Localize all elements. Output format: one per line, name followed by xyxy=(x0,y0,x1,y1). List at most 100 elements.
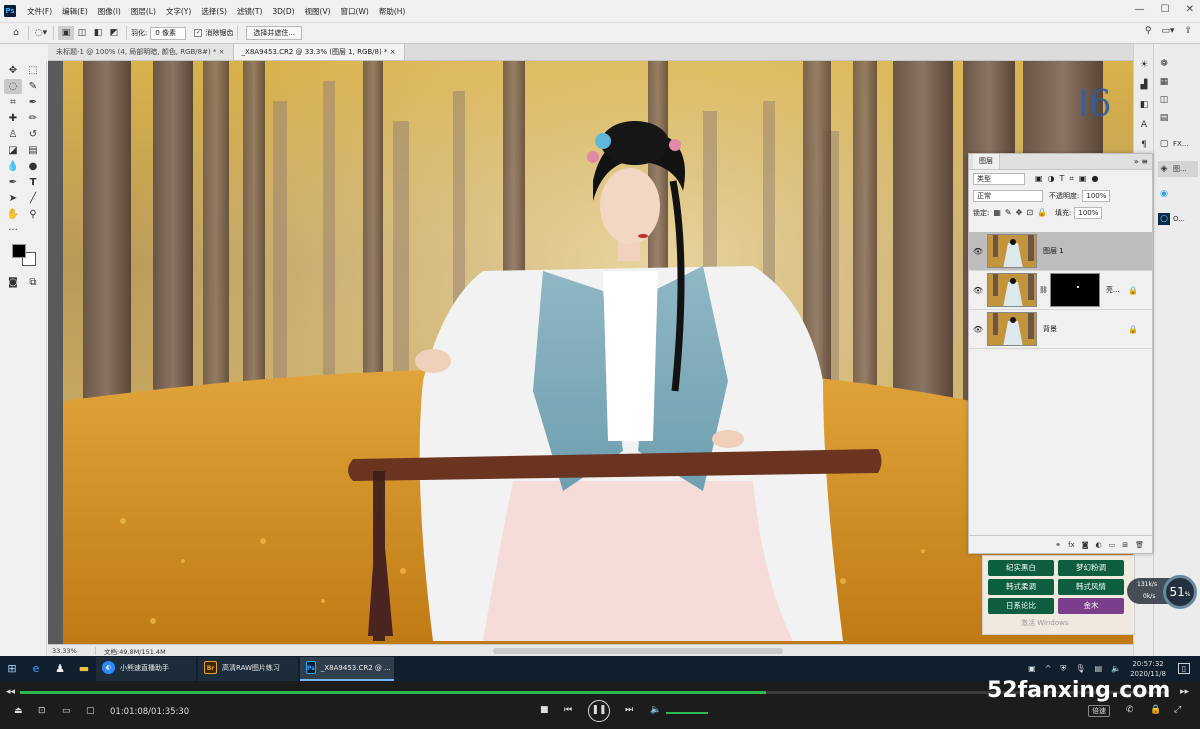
edge-browser-icon[interactable]: e xyxy=(24,657,48,681)
tab-layers[interactable]: 图层 xyxy=(973,154,1000,169)
skip-forward-icon[interactable]: ▸▸ xyxy=(1180,687,1189,697)
levels-icon[interactable]: ▟ xyxy=(1136,78,1152,92)
opacity-input[interactable]: 100% xyxy=(1082,189,1111,202)
file-explorer-icon[interactable]: ▬ xyxy=(72,657,96,681)
menu-view[interactable]: 视图(V) xyxy=(300,6,336,17)
move-tool-icon[interactable]: ✥ xyxy=(4,63,22,78)
dodge-tool-icon[interactable]: ● xyxy=(24,159,42,174)
lock-icons[interactable]: ▦✎✥⊡🔒 xyxy=(993,208,1051,217)
menu-filter[interactable]: 滤镜(T) xyxy=(232,6,267,17)
layer-name[interactable]: 图层 1 xyxy=(1043,246,1064,256)
subtract-selection-icon[interactable]: ◧ xyxy=(90,26,106,40)
new-layer-icon[interactable]: ⊞ xyxy=(1122,541,1128,549)
system-clock[interactable]: 20:57:32 2020/11/8 xyxy=(1130,659,1166,679)
screen-mode-icon[interactable]: ⧉ xyxy=(24,275,42,290)
skip-back-icon[interactable]: ◂◂ xyxy=(6,687,15,697)
tray-expand-icon[interactable]: ^ xyxy=(1045,664,1052,673)
gradient-tool-icon[interactable]: ▤ xyxy=(24,143,42,158)
menu-3d[interactable]: 3D(D) xyxy=(267,7,299,16)
paragraph-icon[interactable]: ¶ xyxy=(1136,138,1152,152)
preset-button[interactable]: 日系论比 xyxy=(988,598,1054,614)
taskbar-app-bridge[interactable]: Br 高清RAW图片练习 xyxy=(198,656,298,681)
history-brush-icon[interactable]: ↺ xyxy=(24,127,42,142)
lock-screen-icon[interactable]: 🔒 xyxy=(1150,705,1161,715)
chain-icon[interactable]: ⛓ xyxy=(1039,286,1048,294)
eye-icon[interactable]: 👁 xyxy=(969,286,987,295)
eraser-tool-icon[interactable]: ◪ xyxy=(4,143,22,158)
lasso-tool-preset-icon[interactable]: ◌▾ xyxy=(33,26,49,40)
phone-icon[interactable]: ✆ xyxy=(1126,705,1134,715)
fullscreen-icon[interactable]: ⤢ xyxy=(1174,705,1181,715)
next-icon[interactable]: ⏭ xyxy=(625,705,633,715)
menu-edit[interactable]: 编辑(E) xyxy=(57,6,93,17)
eyedropper-tool-icon[interactable]: ✒ xyxy=(24,95,42,110)
dock-item-libraries[interactable]: ▤ xyxy=(1158,110,1198,126)
blend-mode-select[interactable]: 正常 xyxy=(973,189,1043,202)
line-tool-icon[interactable]: ╱ xyxy=(24,191,42,206)
tray-app-icon[interactable]: ▣ xyxy=(1028,664,1036,673)
taskbar-app-photoshop[interactable]: Ps _X8A9453.CR2 @ ... xyxy=(300,656,394,681)
share-icon[interactable]: ⇪ xyxy=(1184,26,1192,36)
clone-stamp-icon[interactable]: ♙ xyxy=(4,127,22,142)
fill-input[interactable]: 100% xyxy=(1074,206,1103,219)
eye-icon[interactable]: 👁 xyxy=(969,325,987,334)
search-icon[interactable]: ⚲ xyxy=(1145,26,1152,36)
minimize-button[interactable]: — xyxy=(1135,4,1145,15)
close-button[interactable]: ✕ xyxy=(1186,4,1194,15)
preset-button[interactable]: 韩式风情 xyxy=(1058,579,1124,595)
fx-icon[interactable]: fx xyxy=(1068,541,1075,549)
select-and-mask-button[interactable]: 选择并遮住... xyxy=(246,26,303,40)
filter-icons[interactable]: ▣◑T⌗▣● xyxy=(1035,174,1103,184)
pen-tool-icon[interactable]: ✒ xyxy=(4,175,22,190)
antialias-checkbox[interactable]: ✓ 消除锯齿 xyxy=(194,28,233,38)
character-icon[interactable]: A xyxy=(1136,118,1152,132)
intersect-selection-icon[interactable]: ◩ xyxy=(106,26,122,40)
zoom-tool-icon[interactable]: ⚲ xyxy=(24,207,42,222)
dock-item-adjust[interactable]: ◫ xyxy=(1158,92,1198,108)
brush-tool-icon[interactable]: ✏ xyxy=(24,111,42,126)
layer-mask-thumbnail[interactable] xyxy=(1049,273,1100,307)
pause-icon[interactable]: ❚❚ xyxy=(588,700,610,722)
type-tool-icon[interactable]: T xyxy=(24,175,42,190)
menu-layer[interactable]: 图层(L) xyxy=(126,6,161,17)
preset-button[interactable]: 纪实黑白 xyxy=(988,560,1054,576)
maximize-button[interactable]: ☐ xyxy=(1161,4,1170,15)
menu-file[interactable]: 文件(F) xyxy=(22,6,57,17)
dock-item-fx[interactable]: ▢ FX... xyxy=(1158,136,1198,152)
eye-icon[interactable]: 👁 xyxy=(969,247,987,256)
workspace-icon[interactable]: ▭▾ xyxy=(1161,26,1174,36)
qq-icon[interactable]: ♟ xyxy=(48,657,72,681)
menu-help[interactable]: 帮助(H) xyxy=(374,6,411,17)
layer-name[interactable]: 亮... xyxy=(1106,285,1120,295)
menu-select[interactable]: 选择(S) xyxy=(196,6,232,17)
dock-item-plugin[interactable]: ◉ xyxy=(1158,186,1198,202)
comment-icon[interactable]: ▢ xyxy=(86,706,95,716)
add-selection-icon[interactable]: ◫ xyxy=(74,26,90,40)
marquee-tool-icon[interactable]: ⬚ xyxy=(24,63,42,78)
group-icon[interactable]: ▭ xyxy=(1109,541,1116,549)
layer-name[interactable]: 背景 xyxy=(1043,324,1057,334)
menu-window[interactable]: 窗口(W) xyxy=(336,6,374,17)
add-mask-icon[interactable]: ◙ xyxy=(1082,541,1089,549)
brightness-icon[interactable]: ☀ xyxy=(1136,58,1152,72)
feather-input[interactable]: 0 像素 xyxy=(150,26,187,40)
speed-button[interactable]: 倍速 xyxy=(1088,705,1110,717)
volume-icon[interactable]: 🔈 xyxy=(650,705,661,715)
tab-active-document[interactable]: _X8A9453.CR2 @ 33.3% (图层 1, RGB/8) * × xyxy=(233,44,405,60)
preset-button[interactable]: 金木 xyxy=(1058,598,1124,614)
lasso-tool-icon[interactable]: ◌ xyxy=(4,79,22,94)
taskbar-app-live[interactable]: ◐ 小熊速直播助手 xyxy=(96,656,196,681)
stop-icon[interactable]: ■ xyxy=(540,705,549,715)
adjustment-layer-icon[interactable]: ◐ xyxy=(1096,541,1102,549)
adjust-icon[interactable]: ◧ xyxy=(1136,98,1152,112)
layer-row[interactable]: 👁 图层 1 xyxy=(969,232,1152,271)
foreground-color-swatch[interactable] xyxy=(12,244,26,258)
layer-row[interactable]: 👁 背景 🔒 xyxy=(969,310,1152,349)
kind-filter-select[interactable]: 类型 xyxy=(973,172,1025,185)
layer-row[interactable]: 👁 ⛓ 亮... 🔒 xyxy=(969,271,1152,310)
quick-select-tool-icon[interactable]: ✎ xyxy=(24,79,42,94)
new-selection-icon[interactable]: ▣ xyxy=(58,26,74,40)
tray-network-icon[interactable]: ▤ xyxy=(1095,664,1103,673)
menu-image[interactable]: 图像(I) xyxy=(93,6,126,17)
tray-volume-icon[interactable]: 🔈 xyxy=(1111,664,1121,673)
